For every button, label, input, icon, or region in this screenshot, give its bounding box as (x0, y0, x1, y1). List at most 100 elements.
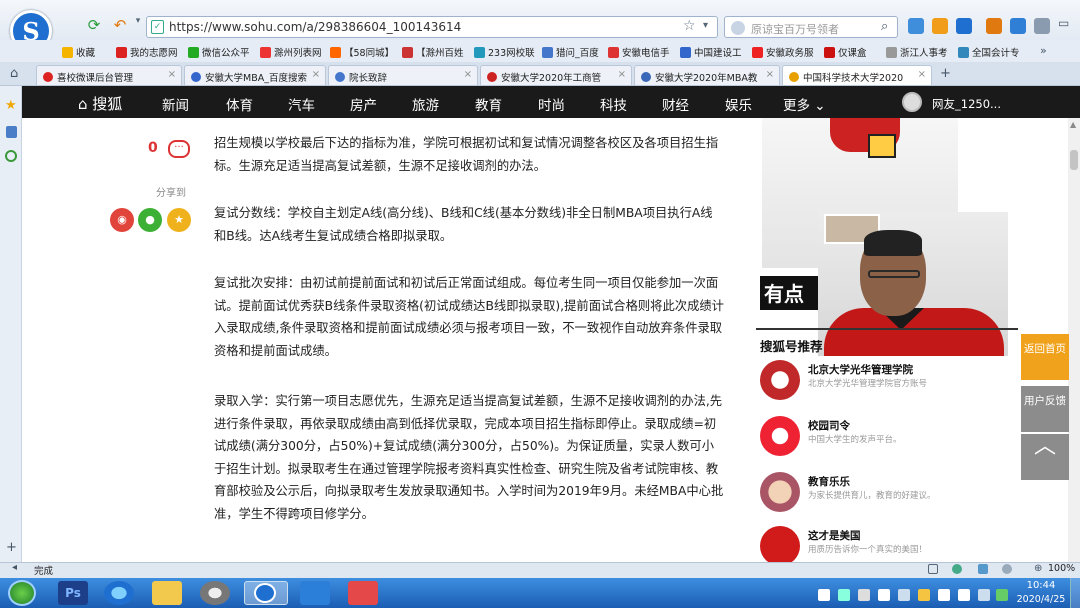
rec-name[interactable]: 这才是美国 (808, 528, 861, 543)
zoom-icon[interactable]: ⊕ (1034, 563, 1042, 574)
back-to-home-button[interactable]: 返回首页 (1021, 334, 1069, 380)
toolbar-extension-icon[interactable] (932, 18, 948, 34)
app-taskbar-icon[interactable] (348, 581, 378, 605)
clock-date[interactable]: 2020/4/25 (1014, 594, 1068, 605)
tray-icon[interactable] (918, 589, 930, 601)
start-button[interactable] (8, 580, 36, 606)
bookmark-item[interactable]: 【58同城】 (330, 45, 394, 59)
tray-icon[interactable] (878, 589, 890, 601)
rec-avatar[interactable] (760, 360, 800, 400)
photoshop-taskbar-icon[interactable]: Ps (58, 581, 88, 605)
tray-icon[interactable] (898, 589, 910, 601)
comment-count[interactable]: 0 (148, 140, 158, 156)
tab-item[interactable]: 安徽大学MBA_百度搜索 × (184, 65, 326, 85)
favorites-icon[interactable]: ★ (5, 98, 17, 113)
refresh-icon[interactable]: ⟳ (84, 16, 104, 34)
tab-item[interactable]: 喜校微课后台管理 × (36, 65, 182, 85)
back-to-top-icon[interactable]: ︿ (1021, 434, 1069, 480)
scrollbar-thumb[interactable] (1070, 150, 1078, 170)
bookmark-item[interactable]: 【滁州百姓 (402, 45, 464, 59)
scroll-up-icon[interactable]: ▲ (1070, 120, 1076, 129)
window-controls[interactable]: ▭ (1058, 16, 1069, 30)
tray-icon[interactable] (818, 589, 830, 601)
comment-icon[interactable]: ··· (168, 140, 190, 158)
rec-avatar[interactable] (760, 416, 800, 456)
tray-icon[interactable] (996, 589, 1008, 601)
show-desktop-button[interactable] (1070, 578, 1080, 608)
nav-item[interactable]: 房产 (350, 94, 377, 114)
volume-icon[interactable] (958, 589, 970, 601)
search-icon[interactable]: ⌕ (881, 19, 888, 34)
bookmarks-overflow-icon[interactable]: » (1040, 44, 1047, 57)
nav-item[interactable]: 科技 (600, 94, 627, 114)
search-box[interactable]: 原谅宝百万号领者 ⌕ (724, 16, 898, 38)
toolbar-extension-icon[interactable] (986, 18, 1002, 34)
bookmark-item[interactable]: 浙江人事考 (886, 45, 948, 59)
bookmark-item[interactable]: 全国会计专 (958, 45, 1020, 59)
address-bar[interactable]: ✓ https://www.sohu.com/a/298386604_10014… (146, 16, 718, 38)
nav-item[interactable]: 体育 (226, 94, 253, 114)
weibo-share-icon[interactable]: ◉ (110, 208, 134, 232)
reading-icon[interactable] (6, 126, 17, 138)
bookmark-item[interactable]: 我的志愿网 (116, 45, 178, 59)
folder-taskbar-icon[interactable] (152, 581, 182, 605)
status-sound-icon[interactable] (1002, 564, 1012, 574)
url-text[interactable]: https://www.sohu.com/a/298386604_1001436… (169, 20, 461, 34)
network-icon[interactable] (938, 589, 950, 601)
feedback-button[interactable]: 用户反馈 (1021, 386, 1069, 432)
nav-item[interactable]: 旅游 (412, 94, 439, 114)
search-input[interactable]: 原谅宝百万号领者 (751, 21, 839, 37)
panel-add-icon[interactable]: + (6, 540, 17, 555)
rec-name[interactable]: 北京大学光华管理学院 (808, 362, 913, 377)
status-nav-icon[interactable]: ◂ (12, 562, 17, 573)
wechat-share-icon[interactable]: ● (138, 208, 162, 232)
tab-item[interactable]: 安徽大学2020年MBA教 × (634, 65, 780, 85)
rec-avatar[interactable] (760, 472, 800, 512)
bookmark-item[interactable]: 233网校联 (474, 45, 535, 59)
bookmark-item[interactable]: 安徽电信手 (608, 45, 670, 59)
ad-banner-text[interactable]: 有点 (760, 276, 818, 310)
history-icon[interactable] (5, 150, 17, 162)
bookmark-item[interactable]: 猎问_百度 (542, 45, 599, 59)
toolbar-extension-icon[interactable] (908, 18, 924, 34)
nav-item[interactable]: 汽车 (288, 94, 315, 114)
bookmark-item[interactable]: 中国建设工 (680, 45, 742, 59)
nav-item[interactable]: 新闻 (162, 94, 189, 114)
tray-icon[interactable] (838, 589, 850, 601)
url-dropdown-icon[interactable]: ▾ (703, 20, 708, 31)
status-download-icon[interactable] (978, 564, 988, 574)
rec-name[interactable]: 校园司令 (808, 418, 850, 433)
nav-item[interactable]: 教育 (475, 94, 502, 114)
avatar[interactable] (902, 92, 922, 112)
status-shield-icon[interactable] (928, 564, 938, 574)
toolbar-tools-icon[interactable] (956, 18, 972, 34)
toolbar-menu-icon[interactable] (1034, 18, 1050, 34)
search-engine-icon[interactable] (731, 21, 745, 35)
nav-item[interactable]: 娱乐 (725, 94, 752, 114)
app-taskbar-icon[interactable] (200, 581, 230, 605)
rec-avatar[interactable] (760, 526, 800, 566)
zoom-level[interactable]: 100% (1048, 563, 1075, 574)
favorite-star-icon[interactable]: ☆ (683, 18, 696, 34)
tab-item-active[interactable]: 中国科学技术大学2020 × (782, 65, 932, 85)
bookmark-item[interactable]: 微信公众平 (188, 45, 250, 59)
nav-more[interactable]: 更多 ⌄ (783, 94, 826, 114)
tab-item[interactable]: 院长致辞 × (328, 65, 478, 85)
bookmark-item[interactable]: 仅课盒 (824, 45, 867, 59)
bookmark-item[interactable]: 安徽政务服 (752, 45, 814, 59)
status-speed-icon[interactable] (952, 564, 962, 574)
tab-item[interactable]: 安徽大学2020年工商管 × (480, 65, 632, 85)
clock-time[interactable]: 10:44 (1018, 580, 1064, 591)
rec-name[interactable]: 教育乐乐 (808, 474, 850, 489)
new-tab-icon[interactable]: + (940, 66, 951, 81)
tray-icon[interactable] (858, 589, 870, 601)
chevron-down-icon[interactable]: ▾ (128, 16, 148, 34)
undo-icon[interactable]: ↶ (110, 16, 130, 34)
home-icon[interactable]: ⌂ (10, 66, 18, 81)
app-taskbar-icon[interactable] (300, 581, 330, 605)
nav-item[interactable]: 财经 (662, 94, 689, 114)
tray-icon[interactable] (978, 589, 990, 601)
qzone-share-icon[interactable]: ★ (167, 208, 191, 232)
sohu-logo[interactable]: ⌂ 搜狐 (78, 93, 122, 114)
ie-taskbar-icon[interactable] (104, 581, 134, 605)
